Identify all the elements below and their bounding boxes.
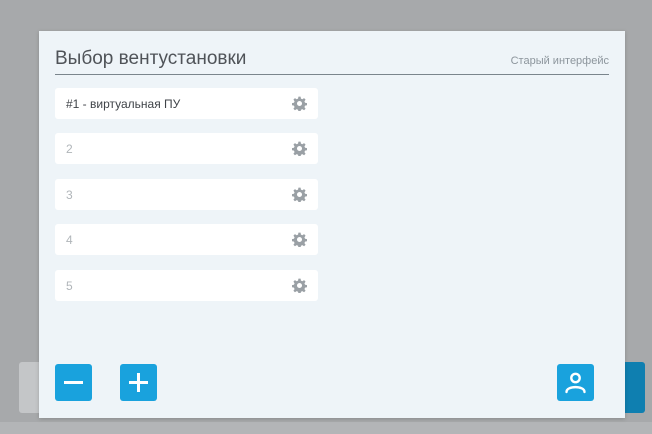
unit-label: #1 - виртуальная ПУ bbox=[66, 97, 181, 111]
background-bottom-strip bbox=[0, 422, 652, 434]
unit-item-5[interactable]: 5 bbox=[55, 270, 318, 301]
unit-item-4[interactable]: 4 bbox=[55, 224, 318, 255]
unit-item-2[interactable]: 2 bbox=[55, 133, 318, 164]
gear-icon[interactable] bbox=[292, 232, 307, 247]
unit-selection-modal: Выбор вентустановки Старый интерфейс #1 … bbox=[39, 31, 625, 418]
gear-icon[interactable] bbox=[292, 187, 307, 202]
gear-icon[interactable] bbox=[292, 278, 307, 293]
minus-icon bbox=[55, 364, 92, 401]
unit-label: 3 bbox=[66, 188, 73, 202]
modal-header: Выбор вентустановки Старый интерфейс bbox=[55, 47, 609, 75]
unit-item-3[interactable]: 3 bbox=[55, 179, 318, 210]
unit-item-1[interactable]: #1 - виртуальная ПУ bbox=[55, 88, 318, 119]
user-button[interactable] bbox=[557, 364, 594, 401]
unit-label: 4 bbox=[66, 233, 73, 247]
old-interface-link[interactable]: Старый интерфейс bbox=[511, 55, 609, 67]
gear-icon[interactable] bbox=[292, 141, 307, 156]
modal-title: Выбор вентустановки bbox=[55, 48, 247, 69]
remove-unit-button[interactable] bbox=[55, 364, 92, 401]
add-unit-button[interactable] bbox=[120, 364, 157, 401]
gear-icon[interactable] bbox=[292, 96, 307, 111]
unit-label: 2 bbox=[66, 142, 73, 156]
unit-label: 5 bbox=[66, 279, 73, 293]
user-icon bbox=[557, 364, 594, 401]
plus-icon bbox=[120, 364, 157, 401]
